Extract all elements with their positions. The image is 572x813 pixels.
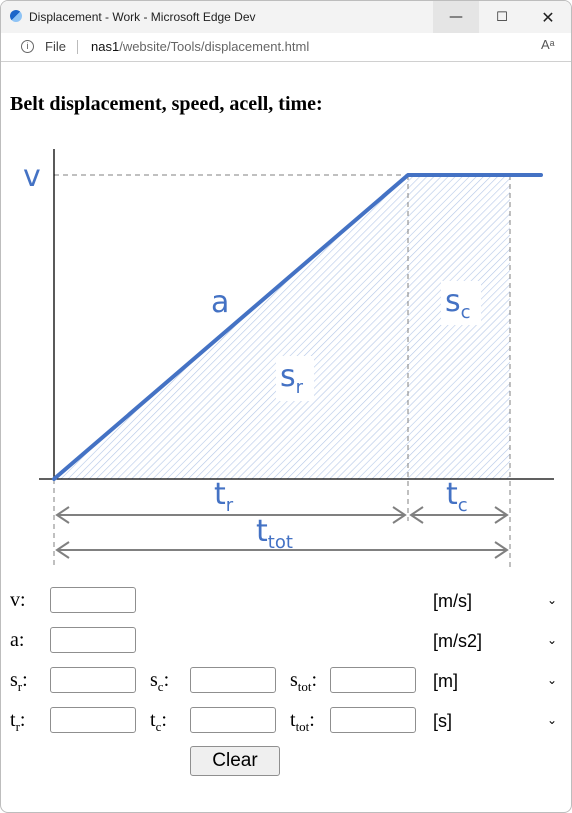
a-input[interactable] — [50, 627, 136, 653]
tc-label: tc: — [150, 709, 167, 734]
clear-button[interactable]: Clear — [190, 746, 280, 776]
scheme-label: File — [45, 39, 66, 54]
t-unit-select[interactable]: [s] — [433, 711, 452, 732]
title-bar: Displacement - Work - Microsoft Edge Dev… — [1, 1, 571, 33]
ttot-input[interactable] — [330, 707, 416, 733]
address-separator — [77, 40, 78, 54]
sc-input[interactable] — [190, 667, 276, 693]
sr-label: sr: — [10, 669, 28, 694]
window-title: Displacement - Work - Microsoft Edge Dev — [29, 10, 256, 24]
s-unit-chevron-icon[interactable]: ⌄ — [547, 673, 557, 687]
stot-input[interactable] — [330, 667, 416, 693]
tr-label: tr: — [10, 709, 26, 734]
tr-input[interactable] — [50, 707, 136, 733]
url-path: /website/Tools/displacement.html — [119, 39, 310, 54]
t-unit-chevron-icon[interactable]: ⌄ — [547, 713, 557, 727]
a-label: a: — [10, 629, 25, 651]
hatch-area-constant — [408, 175, 510, 479]
ttot-label: ttot: — [290, 709, 315, 734]
a-unit-chevron-icon[interactable]: ⌄ — [547, 633, 557, 647]
browser-window: Displacement - Work - Microsoft Edge Dev… — [0, 0, 572, 813]
url-host: nas1 — [91, 39, 120, 54]
label-ttot: ttot — [256, 514, 293, 553]
read-aloud-icon[interactable]: Aᵃ — [541, 37, 555, 52]
s-unit-select[interactable]: [m] — [433, 671, 458, 692]
close-button[interactable]: ✕ — [525, 1, 571, 33]
sr-input[interactable] — [50, 667, 136, 693]
v-unit-select[interactable]: [m/s] — [433, 591, 472, 612]
tc-input[interactable] — [190, 707, 276, 733]
label-tr: tr — [214, 477, 234, 516]
v-input[interactable] — [50, 587, 136, 613]
displacement-diagram: v a sr sc tr tc ttot — [23, 149, 554, 569]
v-label: v: — [10, 589, 26, 611]
v-unit-chevron-icon[interactable]: ⌄ — [547, 593, 557, 607]
a-unit-select[interactable]: [m/s2] — [433, 631, 482, 652]
stot-label: stot: — [290, 669, 318, 694]
address-bar[interactable]: i File nas1/website/Tools/displacement.h… — [1, 33, 571, 62]
label-tc: tc — [446, 477, 468, 516]
info-icon[interactable]: i — [21, 40, 34, 53]
minimize-button[interactable]: — — [433, 1, 479, 33]
sc-label: sc: — [150, 669, 170, 694]
label-a: a — [211, 285, 229, 320]
page-heading: Belt displacement, speed, acell, time: — [10, 93, 323, 115]
url-text[interactable]: nas1/website/Tools/displacement.html — [91, 39, 309, 54]
edge-dev-logo-icon — [10, 10, 22, 22]
maximize-button[interactable]: ☐ — [479, 1, 525, 33]
label-v: v — [23, 159, 41, 194]
